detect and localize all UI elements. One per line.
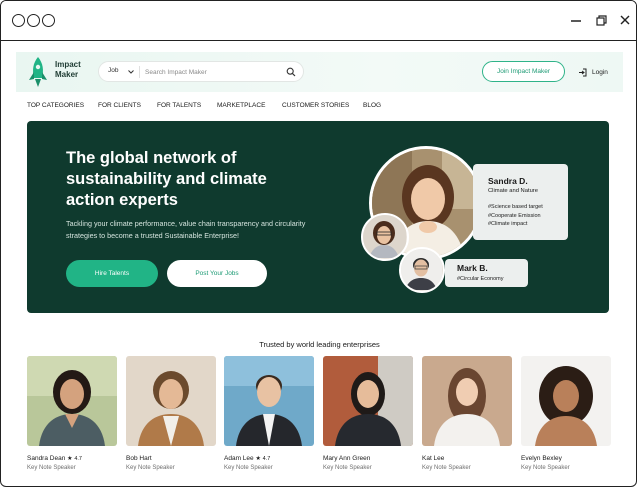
- trusted-heading: Trusted by world leading enterprises: [259, 340, 380, 349]
- nav-customer-stories[interactable]: CUSTOMER STORIES: [282, 102, 349, 109]
- speaker-photo: [521, 356, 611, 446]
- search-divider: [139, 66, 140, 78]
- nav-blog[interactable]: BLOG: [363, 102, 381, 109]
- expert-avatar[interactable]: [361, 213, 409, 261]
- web-page: Impact Maker Job Join Impact Maker Login…: [16, 52, 623, 486]
- speaker-photo: [422, 356, 512, 446]
- featured-expert-tag: #Cooperate Emission: [488, 212, 541, 219]
- restore-icon[interactable]: [594, 13, 608, 27]
- hero-subtitle: Tackling your climate performance, value…: [66, 219, 306, 240]
- speaker-role: Key Note Speaker: [521, 465, 570, 471]
- featured-expert-card[interactable]: Sandra D. Climate and Nature #Science ba…: [473, 164, 568, 240]
- search-bar: Job: [98, 61, 304, 82]
- speaker-name: Mary Ann Green: [323, 455, 371, 462]
- expert-card-mark[interactable]: Mark B. #Circular Economy: [445, 259, 528, 287]
- login-label: Login: [592, 68, 608, 76]
- speaker-role: Key Note Speaker: [27, 465, 76, 471]
- speaker-name: Evelyn Bexley: [521, 455, 562, 462]
- nav-for-clients[interactable]: FOR CLIENTS: [98, 102, 141, 109]
- window-dot-icon[interactable]: [27, 14, 40, 27]
- speaker-photo: [126, 356, 216, 446]
- rocket-icon: [29, 57, 47, 87]
- speakers-row: Sandra Dean ★ 4.7 Key Note Speaker Bob H…: [27, 356, 612, 476]
- post-jobs-button[interactable]: Post Your Jobs: [167, 260, 267, 287]
- hero-banner: The global network of sustainability and…: [27, 121, 609, 313]
- star-icon: ★: [67, 456, 73, 462]
- featured-expert-name: Sandra D.: [488, 176, 528, 186]
- speaker-name: Bob Hart: [126, 455, 152, 462]
- speaker-photo: [27, 356, 117, 446]
- speaker-role: Key Note Speaker: [422, 465, 471, 471]
- nav-top-categories[interactable]: TOP CATEGORIES: [27, 102, 84, 109]
- speaker-photo: [323, 356, 413, 446]
- expert-card-tag: #Circular Economy: [457, 276, 504, 282]
- expert-card-name: Mark B.: [457, 263, 488, 273]
- site-header: Impact Maker Job Join Impact Maker Login: [16, 52, 623, 92]
- featured-expert-tag: #Science based target: [488, 204, 543, 210]
- speaker-name: Sandra Dean ★ 4.7: [27, 455, 82, 462]
- speaker-role: Key Note Speaker: [323, 465, 372, 471]
- featured-expert-tag: #Climate impact: [488, 221, 528, 227]
- featured-expert-role: Climate and Nature: [488, 188, 538, 194]
- speaker-role: Key Note Speaker: [126, 465, 175, 471]
- nav-marketplace[interactable]: MARKETPLACE: [217, 102, 265, 109]
- chevron-down-icon[interactable]: [127, 68, 135, 76]
- search-icon[interactable]: [286, 67, 296, 77]
- window-dot-icon[interactable]: [42, 14, 55, 27]
- brand-name: Impact Maker: [55, 60, 81, 79]
- window-dot-icon[interactable]: [12, 14, 25, 27]
- search-category-select[interactable]: Job: [108, 67, 118, 74]
- search-input[interactable]: [145, 65, 285, 79]
- hero-title: The global network of sustainability and…: [66, 149, 267, 209]
- star-icon: ★: [255, 456, 261, 462]
- expert-avatar[interactable]: [399, 247, 445, 293]
- window-titlebar: [1, 1, 636, 41]
- join-button[interactable]: Join Impact Maker: [482, 61, 565, 82]
- close-icon[interactable]: [618, 13, 632, 27]
- login-link[interactable]: Login: [578, 66, 608, 78]
- minimize-icon[interactable]: [569, 13, 583, 27]
- speaker-role: Key Note Speaker: [224, 465, 273, 471]
- login-icon: [579, 68, 587, 76]
- speaker-name: Adam Lee ★ 4.7: [224, 455, 271, 462]
- browser-window: Impact Maker Job Join Impact Maker Login…: [0, 0, 637, 487]
- nav-for-talents[interactable]: FOR TALENTS: [157, 102, 201, 109]
- speaker-name: Kat Lee: [422, 455, 445, 462]
- speaker-photo: [224, 356, 314, 446]
- hire-talents-button[interactable]: Hire Talents: [66, 260, 158, 287]
- brand-logo[interactable]: [27, 56, 49, 88]
